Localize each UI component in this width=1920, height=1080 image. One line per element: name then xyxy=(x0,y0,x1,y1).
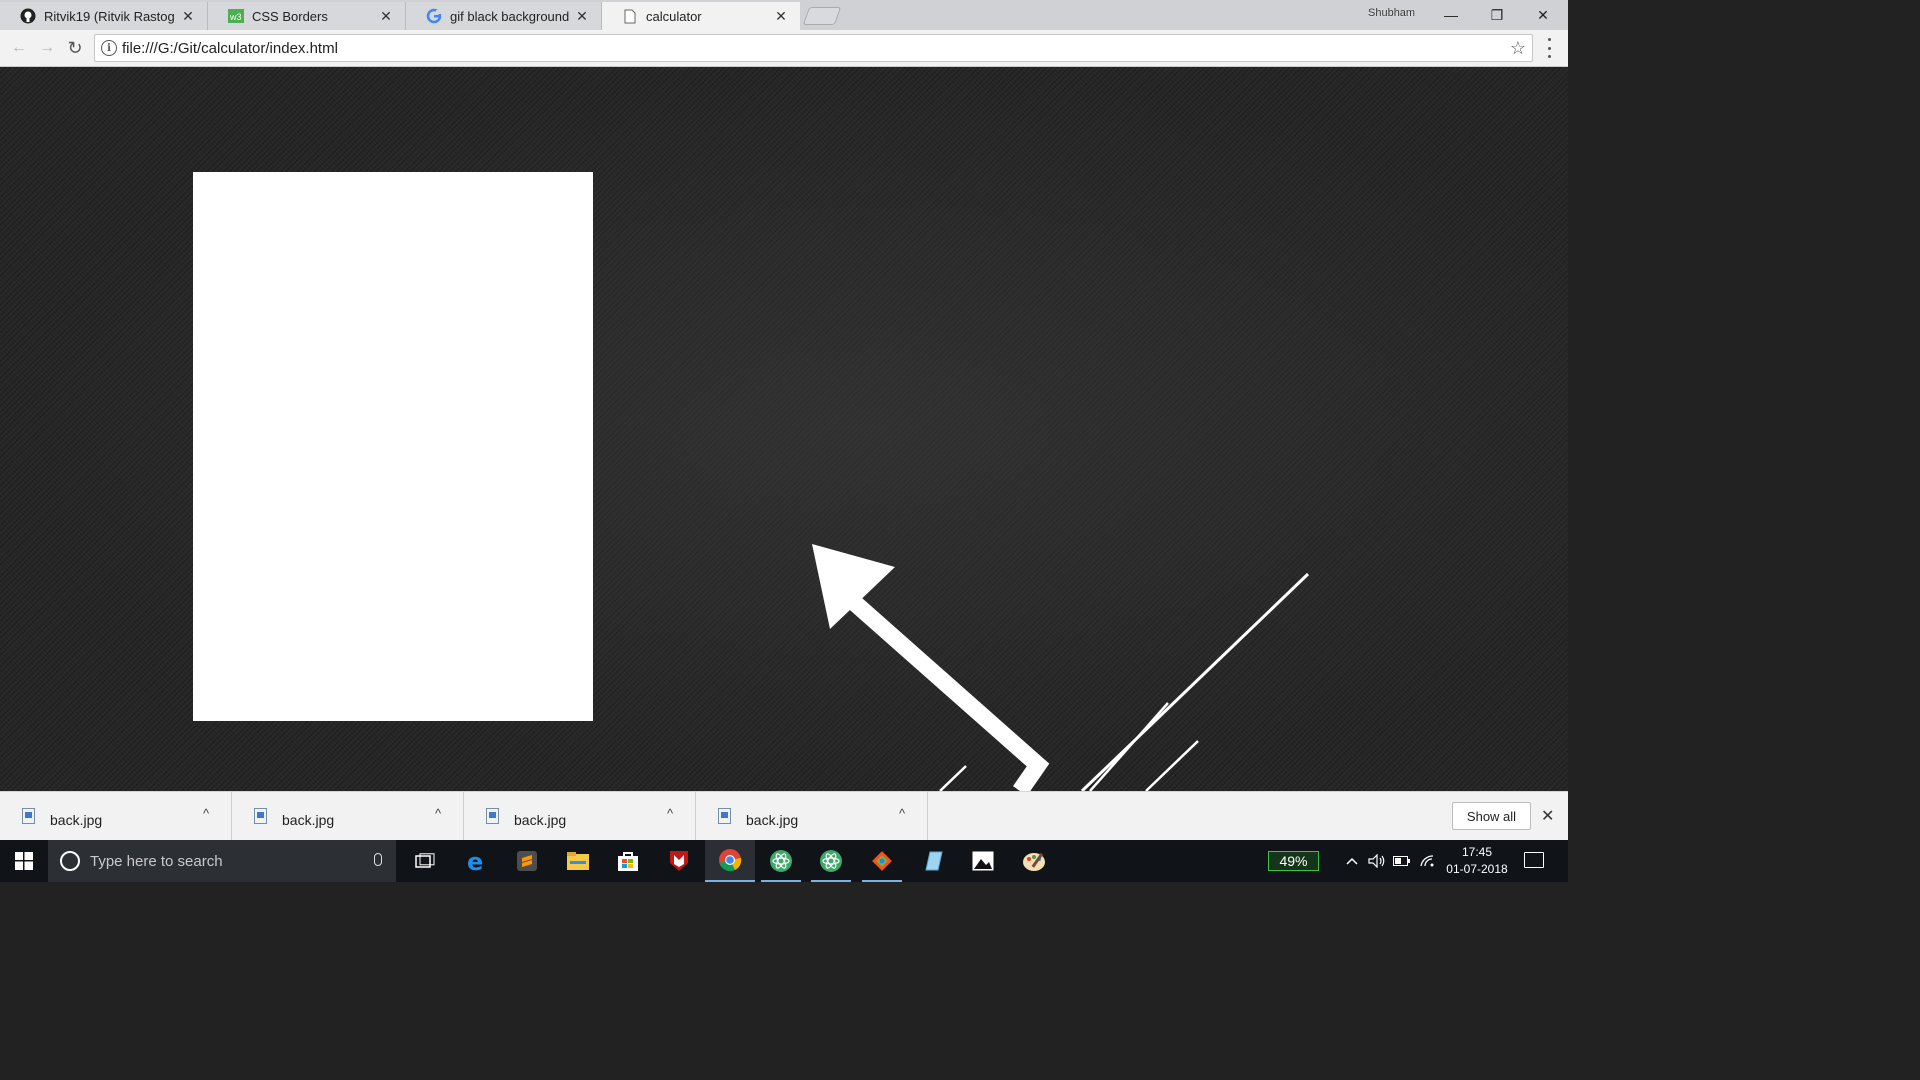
image-file-icon xyxy=(486,808,499,824)
taskbar-search[interactable]: Type here to search xyxy=(48,840,396,882)
photos-icon[interactable] xyxy=(958,840,1008,882)
download-filename: back.jpg xyxy=(50,812,103,828)
start-button[interactable] xyxy=(0,840,48,882)
chevron-up-icon[interactable]: ^ xyxy=(435,806,441,821)
page-content xyxy=(0,67,1568,791)
close-icon[interactable]: ✕ xyxy=(181,8,195,25)
download-filename: back.jpg xyxy=(282,812,335,828)
volume-icon[interactable] xyxy=(1366,840,1388,882)
atom-icon[interactable] xyxy=(756,840,806,882)
github-icon xyxy=(20,8,36,24)
chevron-up-icon[interactable]: ^ xyxy=(667,806,673,821)
calculator-panel xyxy=(193,172,593,721)
image-file-icon xyxy=(718,808,731,824)
sublime-icon[interactable] xyxy=(502,840,552,882)
tab-title: calculator xyxy=(646,8,702,24)
image-file-icon xyxy=(22,808,35,824)
windows-icon xyxy=(15,852,33,870)
tab-css-borders[interactable]: w3 CSS Borders ✕ xyxy=(208,2,406,30)
forward-button[interactable]: → xyxy=(35,36,59,60)
cortana-icon xyxy=(60,851,80,871)
close-icon[interactable]: ✕ xyxy=(575,8,589,25)
chevron-up-icon[interactable]: ^ xyxy=(203,806,209,821)
tab-google-search[interactable]: gif black background for ✕ xyxy=(406,2,602,30)
download-item[interactable]: back.jpg ^ xyxy=(696,792,928,841)
url-text[interactable]: file:///G:/Git/calculator/index.html xyxy=(122,40,338,57)
tab-title: Ritvik19 (Ritvik Rastogi) xyxy=(44,8,175,24)
menu-icon[interactable] xyxy=(1544,38,1554,58)
download-filename: back.jpg xyxy=(746,812,799,828)
tab-github[interactable]: Ritvik19 (Ritvik Rastogi) ✕ xyxy=(0,2,208,30)
taskbar: Type here to search e 49% 17:45 01-07-20… xyxy=(0,840,1568,882)
tab-title: gif black background for xyxy=(450,8,569,24)
edge-icon[interactable]: e xyxy=(451,840,501,882)
chevron-up-icon[interactable] xyxy=(1342,840,1362,882)
address-bar[interactable]: i file:///G:/Git/calculator/index.html ☆ xyxy=(94,34,1533,62)
notepad-icon[interactable] xyxy=(908,840,958,882)
svg-text:e: e xyxy=(467,850,483,872)
close-icon[interactable]: ✕ xyxy=(1541,806,1554,826)
notifications-icon[interactable] xyxy=(1524,852,1544,868)
download-item[interactable]: back.jpg ^ xyxy=(232,792,464,841)
mcafee-icon[interactable] xyxy=(654,840,704,882)
profile-name[interactable]: Shubham xyxy=(1368,7,1415,19)
back-button[interactable]: ← xyxy=(7,36,31,60)
download-filename: back.jpg xyxy=(514,812,567,828)
minimize-button[interactable]: — xyxy=(1428,0,1474,30)
download-item[interactable]: back.jpg ^ xyxy=(0,792,232,841)
bookmark-star-icon[interactable]: ☆ xyxy=(1510,38,1526,59)
restore-button[interactable]: ❐ xyxy=(1474,0,1520,30)
wifi-icon[interactable] xyxy=(1416,840,1438,882)
tab-title: CSS Borders xyxy=(252,8,328,24)
chevron-up-icon[interactable]: ^ xyxy=(899,806,905,821)
battery-percent[interactable]: 49% xyxy=(1268,851,1319,871)
download-shelf: back.jpg ^ back.jpg ^ back.jpg ^ back.jp… xyxy=(0,791,1568,841)
search-placeholder: Type here to search xyxy=(90,853,223,870)
close-window-button[interactable]: ✕ xyxy=(1520,0,1566,30)
tab-strip: Ritvik19 (Ritvik Rastogi) ✕ w3 CSS Borde… xyxy=(0,0,1568,30)
svg-text:w3: w3 xyxy=(229,12,242,22)
paint-icon[interactable] xyxy=(1009,840,1059,882)
system-clock[interactable]: 17:45 01-07-2018 xyxy=(1438,844,1516,878)
chrome-icon[interactable] xyxy=(705,840,755,882)
battery-icon[interactable] xyxy=(1391,840,1413,882)
close-icon[interactable]: ✕ xyxy=(774,8,788,25)
browser-toolbar: ← → ↻ i file:///G:/Git/calculator/index.… xyxy=(0,30,1568,67)
image-file-icon xyxy=(254,808,267,824)
file-explorer-icon[interactable] xyxy=(553,840,603,882)
info-icon[interactable]: i xyxy=(101,40,117,56)
store-icon[interactable] xyxy=(603,840,653,882)
google-icon xyxy=(426,8,442,24)
task-view-icon[interactable] xyxy=(400,840,450,882)
new-tab-button[interactable] xyxy=(802,7,842,25)
w3schools-icon: w3 xyxy=(228,8,244,24)
download-item[interactable]: back.jpg ^ xyxy=(464,792,696,841)
clock-time: 17:45 xyxy=(1461,845,1493,859)
page-icon xyxy=(622,8,638,24)
git-icon[interactable] xyxy=(857,840,907,882)
reload-button[interactable]: ↻ xyxy=(63,36,87,60)
show-all-button[interactable]: Show all xyxy=(1452,802,1531,830)
atom-icon[interactable] xyxy=(806,840,856,882)
clock-date: 01-07-2018 xyxy=(1446,862,1508,876)
tab-calculator[interactable]: calculator ✕ xyxy=(602,2,800,30)
microphone-icon[interactable] xyxy=(374,853,382,866)
close-icon[interactable]: ✕ xyxy=(379,8,393,25)
